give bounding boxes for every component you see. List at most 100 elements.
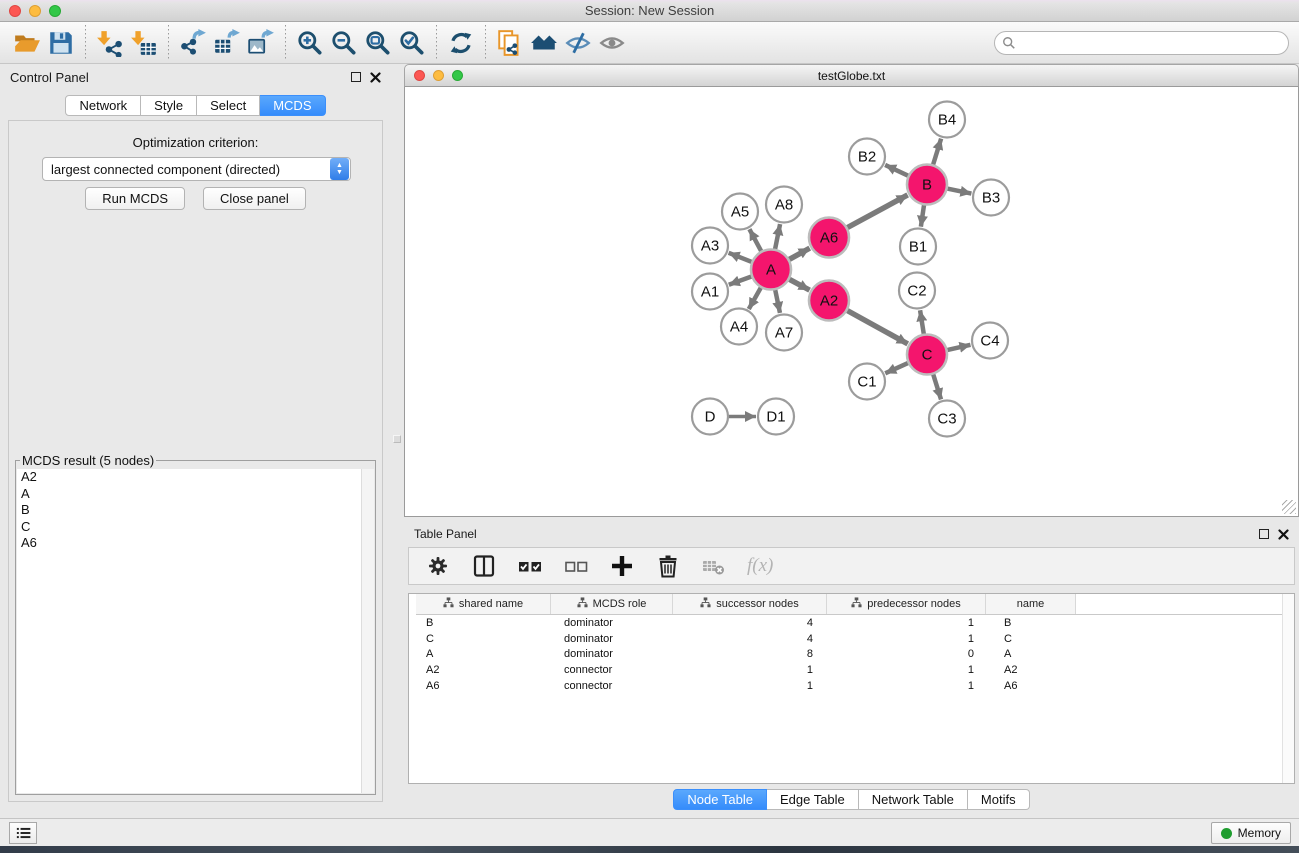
delete-column-icon[interactable]	[655, 553, 681, 579]
result-item[interactable]: C	[17, 519, 374, 536]
graph-edge-A-A3[interactable]	[729, 253, 753, 262]
import-network-icon[interactable]	[93, 26, 127, 60]
show-columns-icon[interactable]	[471, 553, 497, 579]
graph-node-A7[interactable]: A7	[766, 315, 802, 351]
table-row[interactable]: A6connector11A6	[416, 678, 1294, 694]
graph-edge-C-C4[interactable]	[947, 345, 971, 350]
graph-node-C1[interactable]: C1	[849, 364, 885, 400]
graph-node-C4[interactable]: C4	[972, 323, 1008, 359]
column-header-predecessor-nodes[interactable]: predecessor nodes	[827, 594, 986, 614]
graph-node-A6[interactable]: A6	[809, 218, 849, 258]
select-all-columns-icon[interactable]	[517, 553, 543, 579]
tab-node-table[interactable]: Node Table	[673, 789, 767, 810]
result-list-scrollbar[interactable]	[361, 469, 374, 793]
graph-edge-A-A7[interactable]	[775, 289, 780, 313]
splitter-grip[interactable]	[393, 435, 401, 443]
graph-node-B[interactable]: B	[907, 165, 947, 205]
unselect-all-columns-icon[interactable]	[563, 553, 589, 579]
home-icon[interactable]	[527, 26, 561, 60]
tab-network-table[interactable]: Network Table	[859, 789, 968, 810]
tab-motifs[interactable]: Motifs	[968, 789, 1030, 810]
refresh-view-icon[interactable]	[444, 26, 478, 60]
close-panel-button[interactable]: Close panel	[203, 187, 306, 210]
graph-node-B1[interactable]: B1	[900, 229, 936, 265]
float-panel-icon[interactable]	[351, 72, 361, 82]
graph-node-A[interactable]: A	[751, 250, 791, 290]
graph-edge-A-A5[interactable]	[749, 229, 761, 252]
table-row[interactable]: A2connector11A2	[416, 662, 1294, 678]
search-input[interactable]	[1016, 33, 1288, 53]
table-row[interactable]: Bdominator41B	[416, 615, 1294, 631]
task-history-button[interactable]	[9, 822, 37, 844]
zoom-in-icon[interactable]	[293, 26, 327, 60]
column-header-MCDS-role[interactable]: MCDS role	[551, 594, 673, 614]
network-canvas[interactable]: B4 B2 B B3 A5A8A6 A3 B1 A A1 C2 A2 A4A7 C4 C C1 C3 D D1	[404, 87, 1299, 517]
table-row[interactable]: Adominator80A	[416, 647, 1294, 663]
graph-edge-B-B4[interactable]	[933, 139, 941, 166]
tab-network[interactable]: Network	[65, 95, 141, 116]
graph-node-B4[interactable]: B4	[929, 102, 965, 138]
graph-node-A5[interactable]: A5	[722, 194, 758, 230]
graph-edge-C-C2[interactable]	[920, 310, 924, 334]
network-window-titlebar[interactable]: testGlobe.txt	[404, 64, 1299, 87]
export-table-icon[interactable]	[210, 26, 244, 60]
memory-button[interactable]: Memory	[1211, 822, 1291, 844]
graph-node-C2[interactable]: C2	[899, 273, 935, 309]
zoom-out-icon[interactable]	[327, 26, 361, 60]
criterion-select[interactable]: largest connected component (directed) ▲…	[42, 157, 351, 181]
graph-edge-A-A2[interactable]	[789, 279, 810, 290]
close-panel-icon[interactable]	[1278, 529, 1289, 540]
clone-network-icon[interactable]	[493, 26, 527, 60]
export-network-icon[interactable]	[176, 26, 210, 60]
graph-node-A1[interactable]: A1	[692, 274, 728, 310]
graph-edge-A-A4[interactable]	[749, 287, 761, 309]
graph-node-A4[interactable]: A4	[721, 309, 757, 345]
import-table-icon[interactable]	[127, 26, 161, 60]
graph-node-D1[interactable]: D1	[758, 399, 794, 435]
result-item[interactable]: A	[17, 486, 374, 503]
graph-node-A2[interactable]: A2	[809, 281, 849, 321]
graph-node-A3[interactable]: A3	[692, 228, 728, 264]
float-panel-icon[interactable]	[1259, 529, 1269, 539]
graph-node-C3[interactable]: C3	[929, 401, 965, 437]
result-item[interactable]: B	[17, 502, 374, 519]
close-panel-icon[interactable]	[370, 72, 381, 83]
result-item[interactable]: A2	[17, 469, 374, 486]
save-session-icon[interactable]	[44, 26, 78, 60]
graph-edge-A6-B[interactable]	[847, 195, 908, 228]
tab-style[interactable]: Style	[141, 95, 197, 116]
tab-mcds[interactable]: MCDS	[260, 95, 325, 116]
graph-node-C[interactable]: C	[907, 335, 947, 375]
zoom-selected-icon[interactable]	[395, 26, 429, 60]
tab-select[interactable]: Select	[197, 95, 260, 116]
hide-detail-eye-icon[interactable]	[561, 26, 595, 60]
export-image-icon[interactable]	[244, 26, 278, 60]
vertical-splitter[interactable]	[391, 64, 404, 517]
graph-edge-A-A6[interactable]	[789, 248, 810, 260]
graph-edge-C-C3[interactable]	[933, 374, 941, 400]
column-header-successor-nodes[interactable]: successor nodes	[673, 594, 827, 614]
column-header-shared-name[interactable]: shared name	[416, 594, 551, 614]
column-header-name[interactable]: name	[986, 594, 1076, 614]
settings-gear-icon[interactable]	[425, 553, 451, 579]
graph-edge-B-B1[interactable]	[921, 204, 924, 226]
graph-node-B2[interactable]: B2	[849, 139, 885, 175]
graph-edge-B-B2[interactable]	[885, 165, 909, 176]
add-column-icon[interactable]	[609, 553, 635, 579]
open-session-icon[interactable]	[10, 26, 44, 60]
graph-node-D[interactable]: D	[692, 399, 728, 435]
result-item[interactable]: A6	[17, 535, 374, 552]
graph-edge-B-B3[interactable]	[947, 188, 972, 193]
table-row[interactable]: Cdominator41C	[416, 631, 1294, 647]
graph-node-B3[interactable]: B3	[973, 180, 1009, 216]
zoom-fit-icon[interactable]	[361, 26, 395, 60]
run-mcds-button[interactable]: Run MCDS	[85, 187, 185, 210]
graph-edge-A-A8[interactable]	[775, 224, 780, 250]
graph-edge-A-A1[interactable]	[729, 276, 752, 284]
graph-edge-A2-C[interactable]	[847, 310, 908, 344]
window-resize-grip[interactable]	[1282, 500, 1296, 514]
show-detail-eye-icon[interactable]	[595, 26, 629, 60]
graph-edge-C-C1[interactable]	[885, 363, 909, 374]
graph-node-A8[interactable]: A8	[766, 187, 802, 223]
table-scrollbar[interactable]	[1282, 594, 1294, 783]
